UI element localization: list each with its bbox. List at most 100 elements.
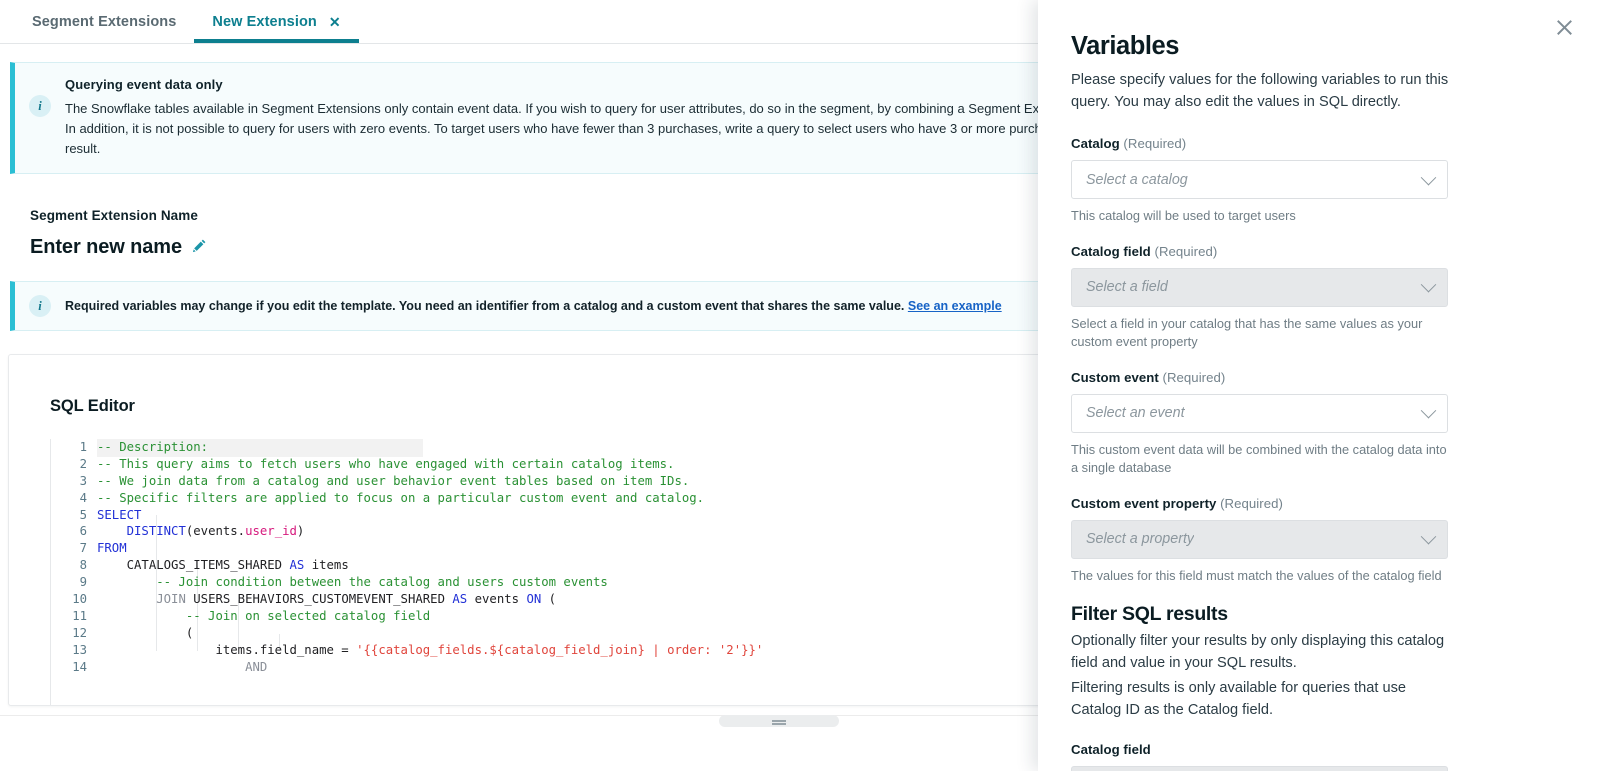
line-number: 13 xyxy=(72,642,87,657)
see-an-example-link[interactable]: See an example xyxy=(908,299,1002,313)
code-line-text: CATALOGS_ITEMS_SHARED AS items xyxy=(97,557,1038,574)
code-token: -- Join on selected catalog field xyxy=(97,608,431,623)
code-line-text: items.field_name = '{{catalog_fields.${c… xyxy=(97,642,1038,659)
sql-code-body: 1 -- Description: 2 -- This query aims to f… xyxy=(51,439,1038,675)
code-line: 10 JOIN USERS_BEHAVIORS_CUSTOMEVENT_SHAR… xyxy=(51,591,1038,608)
editor-resize-handle[interactable] xyxy=(719,715,839,727)
custom-event-select-group: Custom event (Required) Select an event Th… xyxy=(1071,370,1448,478)
segment-extension-name-label: Segment Extension Name xyxy=(30,208,198,223)
segment-extensions-app: Segment Extensions New Extension ✕ i Que… xyxy=(0,0,1600,771)
banner-paragraph-1: The Snowflake tables available in Segmen… xyxy=(65,101,1038,116)
line-number: 11 xyxy=(72,608,87,623)
code-line-text: JOIN USERS_BEHAVIORS_CUSTOMEVENT_SHARED … xyxy=(97,591,1038,608)
code-token: -- We join data from a catalog and user … xyxy=(97,473,690,488)
custom-event-property-select[interactable]: Select a property xyxy=(1071,519,1448,559)
code-token: SELECT xyxy=(97,507,142,522)
filter-section-paragraph-1: Optionally filter your results by only d… xyxy=(1071,633,1445,671)
code-token: -- Join condition between the catalog an… xyxy=(97,575,608,590)
code-line: 11 -- Join on selected catalog field xyxy=(51,608,1038,625)
code-token: ) xyxy=(296,524,305,539)
code-line-text: SELECT xyxy=(97,507,1038,524)
chevron-down-icon xyxy=(1420,528,1437,545)
chevron-down-icon xyxy=(1420,402,1437,419)
code-token: AND xyxy=(245,659,268,674)
required-variables-banner: i Required variables may change if you e… xyxy=(10,281,1038,331)
filter-section-paragraph-2: Filtering results is only available for … xyxy=(1071,680,1407,718)
label-text: Catalog xyxy=(1071,136,1120,151)
tab-segment-extensions[interactable]: Segment Extensions xyxy=(14,0,194,43)
select-placeholder: Select a catalog xyxy=(1086,171,1188,188)
event-data-banner-body: Querying event data only The Snowflake t… xyxy=(65,77,1038,159)
tab-new-extension[interactable]: New Extension ✕ xyxy=(194,0,359,43)
chevron-down-icon xyxy=(1420,169,1437,185)
code-token: events xyxy=(467,592,527,607)
code-token: CATALOGS_ITEMS_SHARED xyxy=(97,558,290,573)
line-number: 4 xyxy=(79,490,87,505)
code-line: 1 -- Description: xyxy=(51,439,1038,457)
custom-event-select-help: This custom event data will be combined … xyxy=(1071,441,1447,476)
code-line-text: -- Join on selected catalog field xyxy=(97,608,1038,625)
code-line: 8 CATALOGS_ITEMS_SHARED AS items xyxy=(51,557,1038,574)
info-icon: i xyxy=(29,295,51,317)
line-number: 8 xyxy=(79,558,87,573)
code-token: AS xyxy=(289,558,305,573)
label-text: Catalog field xyxy=(1071,742,1151,757)
code-token: -- Specific filters are applied to focus… xyxy=(97,490,705,505)
code-line: 4 -- Specific filters are applied to focu… xyxy=(51,490,1038,507)
filter-catalog-field-select[interactable]: Select a field to filter xyxy=(1071,766,1448,771)
code-token: JOIN xyxy=(156,592,186,607)
code-token: '{{catalog_fields.${catalog_field_join} … xyxy=(356,642,764,657)
variables-panel: Variables Please specify values for the … xyxy=(1038,0,1600,771)
variables-fields-list: Catalog (Required) Select a catalog This c… xyxy=(1071,136,1448,585)
select-placeholder: Select a property xyxy=(1086,531,1195,547)
chevron-down-icon xyxy=(1420,276,1437,293)
custom-event-select[interactable]: Select an event xyxy=(1071,393,1448,433)
code-token: (events. xyxy=(185,524,246,539)
tab-bar: Segment Extensions New Extension ✕ xyxy=(0,0,1038,44)
line-number: 1 xyxy=(79,440,87,454)
close-icon[interactable]: ✕ xyxy=(329,15,341,29)
code-token: USERS_BEHAVIORS_CUSTOMEVENT_SHARED xyxy=(185,592,453,607)
custom-event-property-select-help: The values for this field must match the… xyxy=(1071,567,1442,583)
segment-extension-name-row: Enter new name xyxy=(30,236,1038,259)
code-line: 5 SELECT xyxy=(51,507,1038,524)
required-marker: (Required) xyxy=(1158,369,1226,385)
catalog-field-select[interactable]: Select a field xyxy=(1071,267,1448,307)
code-line: 9 -- Join condition between the catalog … xyxy=(51,574,1038,591)
code-token: user_id xyxy=(245,524,297,539)
code-line-text: -- Description: xyxy=(97,439,1038,457)
code-line-text: -- Specific filters are applied to focus… xyxy=(97,490,1038,507)
label-text: Custom event xyxy=(1071,369,1159,385)
segment-extension-name-value: Enter new name xyxy=(30,236,182,258)
sql-editor-card: SQL Editor 1 -- Description: 2 -- This quer… xyxy=(8,354,1038,706)
filter-catalog-field-group: Catalog field Select a field to filter xyxy=(1071,742,1448,771)
line-number: 9 xyxy=(79,575,87,590)
catalog-select[interactable]: Select a catalog xyxy=(1071,160,1448,199)
filter-catalog-field-label: Catalog field xyxy=(1071,742,1445,757)
code-token: ( xyxy=(541,592,557,607)
label-text: Catalog field xyxy=(1071,243,1151,259)
tab-label: New Extension xyxy=(212,13,317,30)
banner-paragraph-2: In addition, it is not possible to query… xyxy=(65,121,1038,136)
code-token: ON xyxy=(526,592,542,607)
select-placeholder: Select a field xyxy=(1086,279,1168,295)
catalog-field-select-label: Catalog field (Required) xyxy=(1071,244,1445,259)
code-line: 3 -- We join data from a catalog and user… xyxy=(51,473,1038,490)
pencil-icon[interactable] xyxy=(192,238,207,258)
info-icon: i xyxy=(29,95,51,117)
editor-divider xyxy=(0,715,1038,716)
custom-event-property-select-label: Custom event property (Required) xyxy=(1071,496,1445,511)
custom-event-select-label: Custom event (Required) xyxy=(1071,370,1445,385)
line-number: 3 xyxy=(79,473,87,488)
code-line-text: FROM xyxy=(97,540,1038,557)
code-line-text: -- We join data from a catalog and user … xyxy=(97,473,1038,490)
required-marker: (Required) xyxy=(1119,136,1187,151)
code-line-text: AND xyxy=(97,659,1038,676)
close-icon[interactable] xyxy=(1554,17,1574,37)
editor-bottom-fade xyxy=(0,707,1038,771)
sql-code-editor[interactable]: 1 -- Description: 2 -- This query aims to f… xyxy=(50,439,1038,705)
code-token: -- Description: xyxy=(97,440,209,454)
tab-label: Segment Extensions xyxy=(32,13,177,30)
